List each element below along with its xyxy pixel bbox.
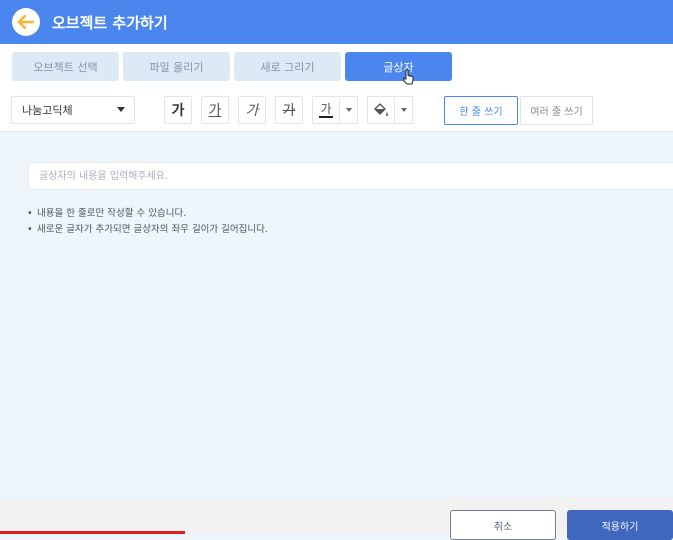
apply-button[interactable]: 적용하기 (567, 510, 673, 540)
note-text: 내용을 한 줄로만 작성할 수 있습니다. (37, 208, 187, 219)
chevron-down-icon (345, 108, 352, 112)
paint-bucket-icon (374, 103, 388, 116)
tab-object-select[interactable]: 오브젝트 선택 (12, 52, 119, 81)
multi-line-mode-button[interactable]: 여러 줄 쓰기 (520, 96, 593, 125)
bold-label: 가 (171, 103, 185, 119)
page-title: 오브젝트 추가하기 (52, 13, 168, 32)
cancel-button[interactable]: 취소 (450, 510, 556, 540)
tab-text-box[interactable]: 글상자 (345, 52, 452, 81)
strikethrough-button[interactable]: 가 (275, 96, 303, 124)
fill-color-dropdown[interactable] (395, 96, 413, 124)
underline-label: 가 (208, 103, 222, 119)
bold-button[interactable]: 가 (164, 96, 192, 124)
help-notes: • 내용을 한 줄로만 작성할 수 있습니다. • 새로운 글자가 추가되면 글… (27, 206, 268, 238)
font-select[interactable]: 나눔고딕체 (11, 96, 135, 124)
underline-button[interactable]: 가 (201, 96, 229, 124)
text-color-label: 가 (320, 101, 332, 116)
arrow-left-icon (18, 15, 34, 29)
text-box-input[interactable] (28, 162, 673, 190)
tab-file-upload[interactable]: 파일 올리기 (123, 52, 230, 81)
strikethrough-label: 가 (282, 103, 296, 119)
single-line-mode-button[interactable]: 한 줄 쓰기 (444, 96, 518, 125)
mouse-pointer-icon (403, 69, 414, 85)
text-toolbar: 나눔고딕체 가 가 가 가 가 한 줄 쓰기 여러 줄 쓰기 (0, 88, 673, 132)
text-color-dropdown[interactable] (340, 96, 358, 124)
font-select-value: 나눔고딕체 (22, 104, 73, 117)
chevron-down-icon (400, 108, 407, 112)
tab-new-drawing[interactable]: 새로 그리기 (234, 52, 341, 81)
fill-color-button[interactable] (367, 96, 395, 124)
italic-button[interactable]: 가 (238, 96, 266, 124)
bullet: • (27, 208, 33, 219)
note-item: • 내용을 한 줄로만 작성할 수 있습니다. (27, 206, 268, 222)
text-color-button[interactable]: 가 (312, 96, 340, 124)
italic-label: 가 (245, 103, 259, 119)
back-button[interactable] (12, 8, 40, 36)
chevron-down-icon (117, 107, 125, 112)
note-text: 새로운 글자가 추가되면 글상자의 좌우 길이가 길어집니다. (37, 224, 268, 235)
tab-bar: 오브젝트 선택 파일 올리기 새로 그리기 글상자 (0, 44, 673, 88)
note-item: • 새로운 글자가 추가되면 글상자의 좌우 길이가 길어집니다. (27, 222, 268, 238)
text-color-swatch (319, 115, 333, 118)
bullet: • (27, 224, 33, 235)
header-bar: 오브젝트 추가하기 (0, 0, 673, 44)
